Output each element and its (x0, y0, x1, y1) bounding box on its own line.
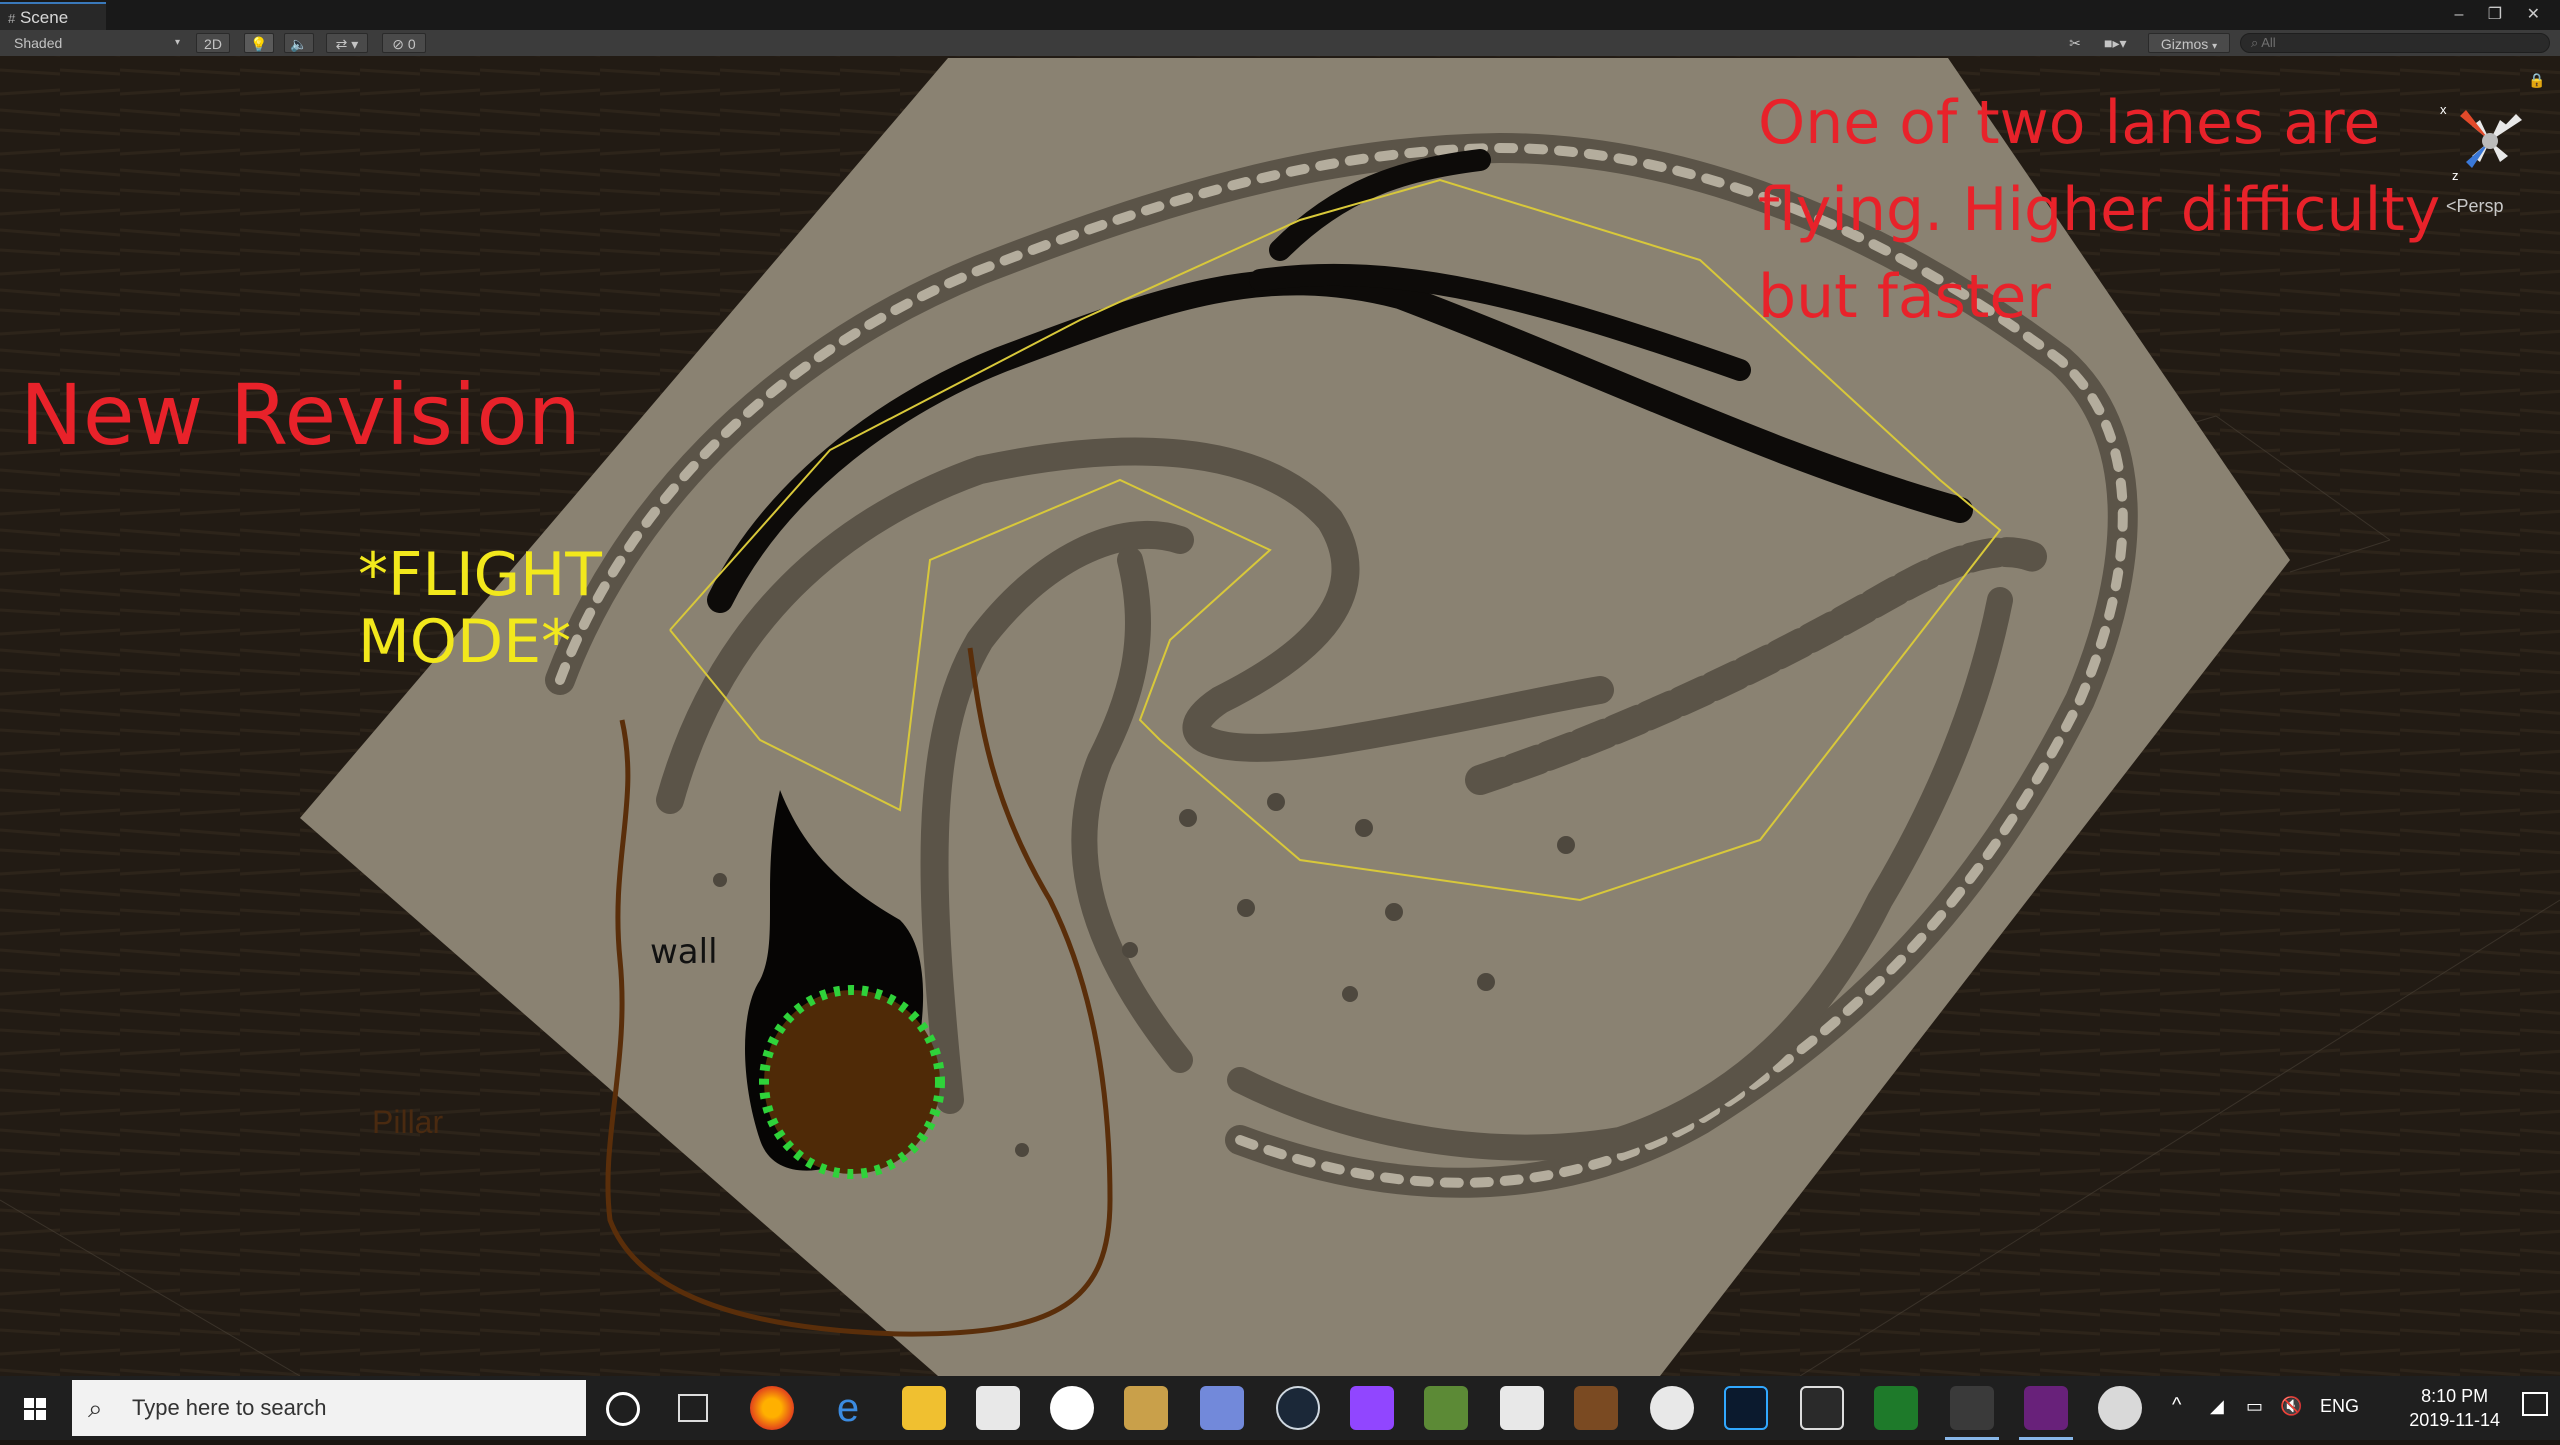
toggle-2d-button[interactable]: 2D (196, 33, 230, 53)
lanes-line-1: One of two lanes are (1758, 88, 2381, 158)
taskbar-clock[interactable]: 8:10 PM 2019-11-14 (2409, 1384, 2500, 1432)
search-icon: ⌕ (88, 1393, 103, 1423)
wall-annotation: wall (650, 932, 718, 972)
orientation-gizmo[interactable]: x z (2430, 86, 2550, 196)
network-icon[interactable]: ◢ (2210, 1396, 2224, 1417)
chevron-left-icon: < (2446, 196, 2457, 216)
search-placeholder: All (2261, 35, 2276, 50)
editor-tab-bar: # Scene – ❐ ✕ (0, 0, 2560, 30)
flight-mode-annotation: *FLIGHT MODE* (358, 540, 602, 678)
tools-icon: ✂ (2069, 35, 2081, 51)
mail-icon[interactable] (1500, 1386, 1544, 1430)
windows-taskbar: ⌕ Type here to search e ^ ◢ ▭ 🔇 ENG 8:10… (0, 1376, 2560, 1440)
paint-icon[interactable] (2098, 1386, 2142, 1430)
scene-search-input[interactable]: ⌕ All (2240, 33, 2550, 53)
lightbulb-icon: 💡 (250, 36, 268, 52)
projection-toggle[interactable]: <Persp (2446, 196, 2504, 217)
speaker-icon: 🔈 (290, 36, 308, 52)
notification-icon[interactable] (2522, 1392, 2548, 1416)
edge-icon[interactable]: e (826, 1386, 870, 1430)
hidden-objects-toggle[interactable]: ⊘ 0 (382, 33, 426, 53)
shading-mode-dropdown[interactable]: Shaded ▾ (14, 33, 184, 53)
store-icon[interactable] (976, 1386, 1020, 1430)
x-axis-label: x (2440, 102, 2447, 117)
flight-mode-line-2: MODE* (358, 607, 572, 678)
window-controls[interactable]: – ❐ ✕ (2454, 4, 2550, 24)
cortana-icon[interactable] (606, 1392, 640, 1426)
taskbar-search-box[interactable]: ⌕ Type here to search (72, 1380, 586, 1436)
terraria-icon[interactable] (1574, 1386, 1618, 1430)
lanes-line-3: but faster (1758, 262, 2051, 332)
axis-gizmo-icon (2460, 110, 2522, 168)
gizmos-dropdown[interactable]: Gizmos ▾ (2148, 33, 2230, 53)
discord-icon[interactable] (1200, 1386, 1244, 1430)
chevron-down-icon: ▾ (174, 37, 180, 48)
clock-time: 8:10 PM (2421, 1386, 2489, 1406)
scene-viewport[interactable]: New Revision *FLIGHT MODE* One of two la… (0, 56, 2560, 1376)
league-icon[interactable] (1124, 1386, 1168, 1430)
visual-studio-icon[interactable] (2024, 1386, 2068, 1430)
twitch-icon[interactable] (1350, 1386, 1394, 1430)
tools-button[interactable]: ✂ (2062, 33, 2088, 53)
lanes-line-2: flying. Higher difficulty (1758, 175, 2441, 245)
grid-icon: # (8, 11, 16, 26)
taskbar-search-placeholder: Type here to search (132, 1395, 327, 1420)
photoshop-icon[interactable] (1724, 1386, 1768, 1430)
minecraft-icon[interactable] (1424, 1386, 1468, 1430)
pillar-scene-label: Pillar (372, 1104, 444, 1140)
lighting-toggle[interactable]: 💡 (244, 33, 274, 53)
windows-icon (24, 1398, 46, 1420)
lock-icon[interactable]: 🔒 (2528, 72, 2545, 89)
gizmos-label: Gizmos (2160, 36, 2209, 52)
github-icon[interactable] (1050, 1386, 1094, 1430)
effects-icon: ⇄ ▾ (335, 36, 359, 52)
hidden-count: 0 (407, 36, 416, 52)
chevron-down-icon: ▾ (2212, 41, 2218, 52)
eye-slash-icon: ⊘ (392, 36, 405, 52)
battery-icon[interactable]: ▭ (2246, 1396, 2263, 1417)
scene-toolbar: Shaded ▾ 2D 💡 🔈 ⇄ ▾ ⊘ 0 ✂ ■▸▾ Gizmos ▾ ⌕… (0, 30, 2560, 57)
start-button[interactable] (0, 1376, 70, 1440)
tray-chevron-up-icon[interactable]: ^ (2172, 1394, 2181, 1417)
shading-mode-label: Shaded (14, 35, 63, 51)
volume-muted-icon[interactable]: 🔇 (2280, 1396, 2302, 1417)
flight-mode-line-1: *FLIGHT (358, 540, 602, 610)
new-revision-annotation: New Revision (20, 366, 581, 464)
language-indicator[interactable]: ENG (2320, 1396, 2359, 1417)
pillar-drawing (759, 985, 945, 1179)
firefox-icon[interactable] (750, 1386, 794, 1430)
z-axis-label: z (2452, 168, 2459, 183)
steam-icon[interactable] (1276, 1386, 1320, 1430)
camera-icon: ■▸▾ (2104, 35, 2127, 51)
persp-label: Persp (2456, 196, 2504, 216)
epic-games-icon[interactable] (1800, 1386, 1844, 1430)
file-explorer-icon[interactable] (902, 1386, 946, 1430)
lanes-annotation: One of two lanes are flying. Higher diff… (1758, 80, 2440, 341)
unity-icon[interactable] (1950, 1386, 1994, 1430)
xbox-icon[interactable] (1650, 1386, 1694, 1430)
search-icon: ⌕ (2251, 35, 2259, 50)
finale-icon[interactable] (1874, 1386, 1918, 1430)
clock-date: 2019-11-14 (2409, 1410, 2500, 1430)
scene-tab[interactable]: # Scene (0, 2, 106, 30)
audio-toggle[interactable]: 🔈 (284, 33, 314, 53)
scene-tab-label: Scene (19, 8, 69, 27)
task-view-icon[interactable] (678, 1394, 708, 1422)
camera-dropdown[interactable]: ■▸▾ (2104, 33, 2138, 53)
effects-dropdown[interactable]: ⇄ ▾ (326, 33, 368, 53)
